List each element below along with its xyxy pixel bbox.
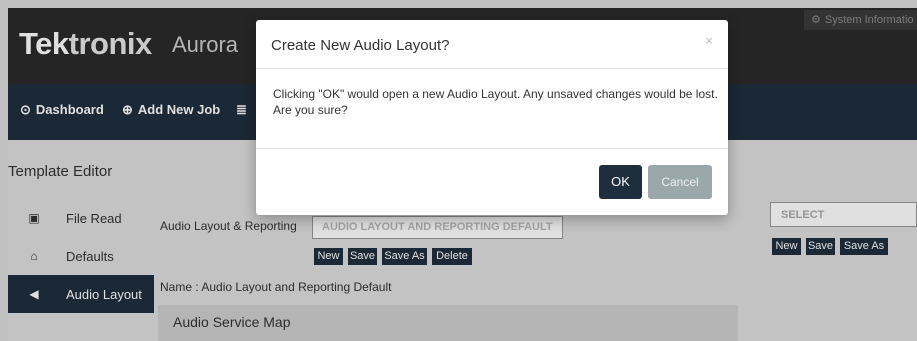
app-frame: Tektronix Aurora ⚙ System Informatio ⊙ Das… — [0, 0, 917, 341]
ok-button[interactable]: OK — [599, 165, 642, 199]
close-icon[interactable]: × — [705, 33, 713, 48]
dialog-title: Create New Audio Layout? — [271, 37, 450, 54]
dialog-message: Clicking "OK" would open a new Audio Lay… — [273, 87, 718, 117]
cancel-button[interactable]: Cancel — [648, 165, 712, 199]
dialog-divider — [256, 68, 728, 69]
dialog-divider — [256, 148, 728, 149]
confirm-dialog: Create New Audio Layout? × Clicking "OK"… — [256, 20, 728, 215]
